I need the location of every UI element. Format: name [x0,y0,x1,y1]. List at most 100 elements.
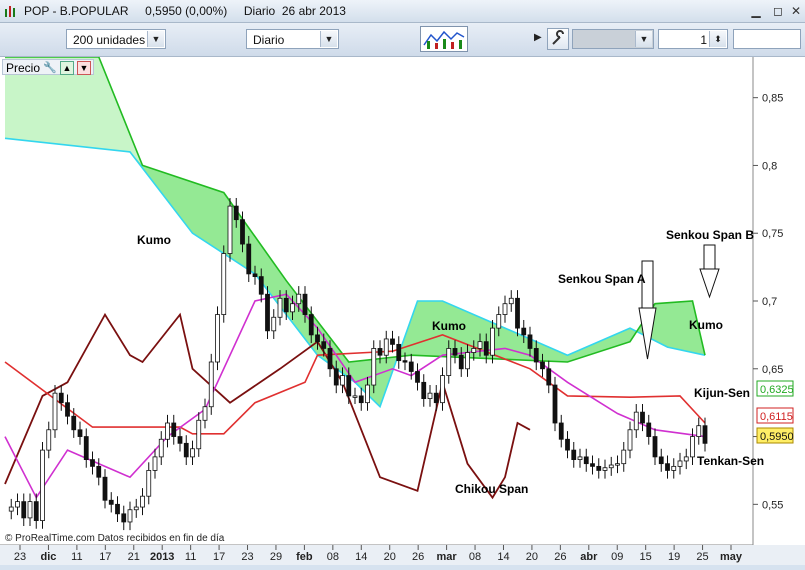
candle-body [46,429,52,451]
candle-body [433,392,439,404]
candle-body [321,341,327,349]
candle-body [508,297,514,305]
candle-body [402,360,408,363]
candle-body [127,509,133,523]
candle-body [77,429,83,437]
candle-body [196,419,202,450]
units-select-value: 200 unidades [73,33,146,47]
candle-body [277,297,283,318]
close-button[interactable]: ✕ [788,3,804,19]
candle-body [446,348,452,376]
candle-body [146,470,152,497]
candle-body [521,327,527,336]
x-tick-label: 15 [640,551,652,563]
candle-body [471,348,477,353]
candle-body [552,384,558,424]
chart-area[interactable]: Kumo Kumo Kumo Senkou Span A Senkou Span… [0,56,805,565]
app-logo-icon [5,6,15,17]
candle-body [52,392,58,431]
candle-body [227,205,233,254]
x-tick-label: may [720,551,743,563]
x-tick-label: 20 [384,551,396,563]
x-tick-label: 17 [99,551,111,563]
candle-body [421,381,427,400]
price-tag-kijun-red: 0,6115 [756,407,794,424]
arrow-up-icon[interactable]: ▲ [60,61,74,75]
candle-body [571,449,577,461]
candle-body [415,371,420,383]
spin-arrows-icon: ⬍ [709,31,726,47]
candle-body [702,425,708,444]
candle-body [658,456,664,465]
candle-body [271,316,277,332]
candle-body [621,449,627,465]
candle-body [502,303,508,315]
candle-body [465,352,470,370]
candle-body [121,513,127,523]
panel-toggle-icon[interactable]: ▶ [534,32,542,43]
restore-button[interactable]: ◻ [770,3,786,19]
wrench-icon[interactable]: 🔧 [43,60,57,76]
candle-body [233,205,239,221]
candle-body [377,348,383,356]
candle-body [290,303,295,313]
period-select-value: Diario [253,33,285,47]
arrow-down-icon[interactable]: ▼ [77,61,91,75]
x-tick-label: feb [296,551,313,563]
candle-body [177,436,183,444]
minimize-button[interactable]: ▁ [748,3,764,19]
wrench-icon [552,30,564,45]
candle-body [577,456,583,460]
candle-body [158,438,164,458]
candle-body [202,406,208,421]
candle-body [665,463,670,471]
candle-body [565,438,570,451]
candle-body [365,384,370,404]
candle-body [265,293,270,332]
chevron-down-icon: ▼ [635,31,652,47]
candle-body [602,467,608,471]
candle-body [590,463,595,467]
candle-body [171,422,177,437]
panel-header: Precio 🔧 ▲ ▼ [2,59,94,75]
y-tick-label: 0,55 [762,499,783,511]
candle-body [90,459,95,467]
price-tag-text: 0,5950 [760,431,794,443]
senkou-b-label: Senkou Span B [666,228,754,242]
candle-body [240,219,245,245]
kumo-label: Kumo [689,318,723,332]
y-axis-background [753,57,805,545]
candle-body [27,501,33,519]
candle-body [115,503,120,515]
candle-body [333,368,339,386]
chart-type-button[interactable] [420,26,468,52]
x-tick-label: 19 [668,551,680,563]
candle-body [252,273,258,277]
candle-body [258,276,264,295]
x-tick-label: 17 [213,551,225,563]
candle-body [96,465,102,478]
candle-body [477,341,483,349]
x-tick-label: 26 [412,551,424,563]
price-chart[interactable]: Kumo Kumo Kumo Senkou Span A Senkou Span… [0,56,805,565]
candle-body [383,338,389,356]
wrench-button[interactable] [547,28,569,50]
x-tick-label: 25 [696,551,708,563]
x-tick-label: 26 [554,551,566,563]
candle-body [33,501,39,522]
candle-body [221,253,227,315]
instrument-select[interactable]: ▼ [572,29,654,49]
kijun-label: Kijun-Sen [694,386,750,400]
search-field[interactable] [733,29,801,49]
window-title: POP - B.POPULAR 0,5950 (0,00%) Diario 26… [24,4,346,18]
units-select[interactable]: 200 unidades ▼ [66,29,166,49]
x-tick-label: mar [437,551,458,563]
period-select[interactable]: Diario ▼ [246,29,339,49]
candle-body [8,506,14,512]
candle-body [15,501,20,508]
spin-input[interactable]: 1 ⬍ [658,29,728,49]
candle-body [346,375,352,397]
y-tick-label: 0,75 [762,228,783,240]
x-tick-label: 23 [14,551,26,563]
candle-body [396,343,402,362]
